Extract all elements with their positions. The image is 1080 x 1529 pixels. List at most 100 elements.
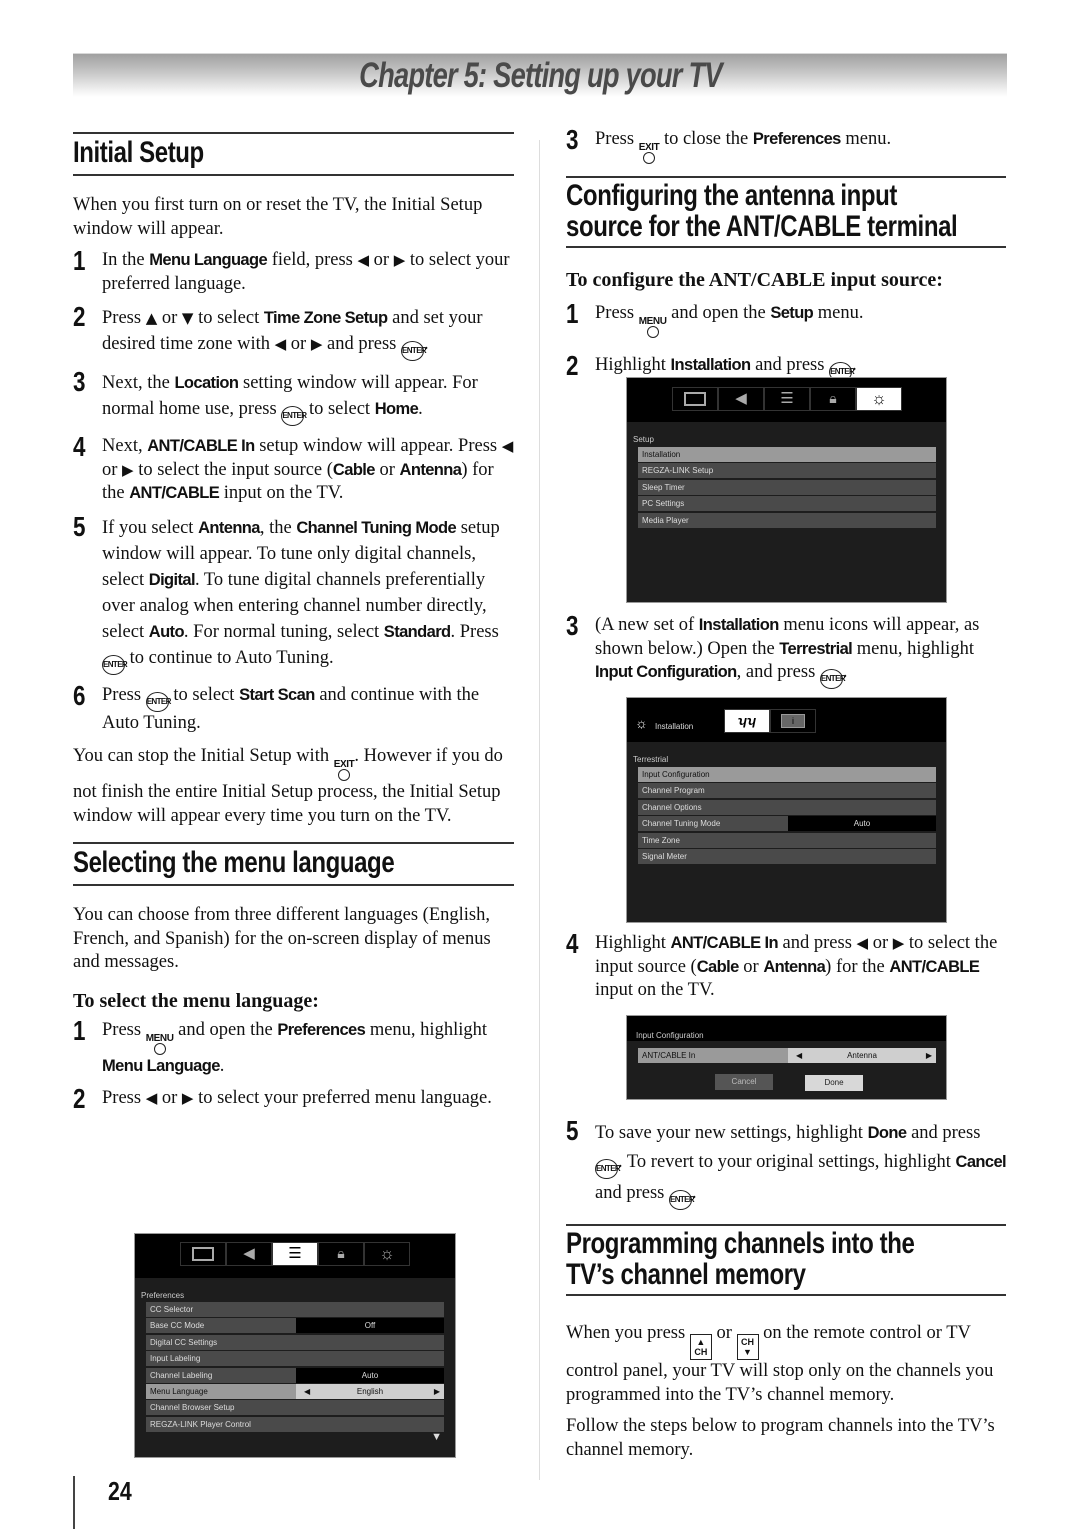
preferences-icon[interactable]: ☰ (272, 1242, 318, 1266)
right-arrow-icon[interactable]: ▶ (926, 1048, 932, 1063)
menu-row[interactable]: Channel Options (638, 799, 936, 815)
preferences-icon[interactable]: ☰ (764, 387, 810, 411)
step-text: . (418, 399, 423, 419)
ant-cable-in-row[interactable]: ANT/CABLE In ◀ Antenna ▶ (638, 1048, 936, 1063)
row-label: Input Labeling (150, 1354, 201, 1364)
keyword: Antenna (399, 460, 462, 479)
cancel-button[interactable]: Cancel (715, 1074, 773, 1090)
right-arrow-icon[interactable]: ▶ (434, 1384, 440, 1399)
row-label: Channel Tuning Mode (642, 819, 721, 829)
menu-row[interactable]: Time Zone (638, 832, 936, 848)
down-arrow-icon: ▼ (181, 309, 194, 327)
picture-icon[interactable] (672, 387, 718, 411)
row-label: Sleep Timer (642, 482, 685, 492)
menu-language-subheading: To select the menu language: (73, 989, 319, 1012)
note-text: You can stop the Initial Setup with (73, 746, 334, 766)
step-text: . For normal tuning, select (183, 621, 384, 642)
section-heading-programming: Programming channels into the TV’s chann… (566, 1224, 1006, 1296)
initial-setup-step-1: 1 In the Menu Language field, press ◀ or … (73, 247, 514, 296)
keyword: Channel Tuning Mode (296, 518, 457, 537)
menu-row[interactable]: Signal Meter (638, 848, 936, 864)
menu-row[interactable]: Base CC Mode Off (146, 1318, 444, 1334)
step-number: 3 (566, 610, 579, 641)
setup-menu-screen: ◀ ☰ 🔒︎ ☼ Setup Installation REGZA-LINK Setup… (626, 377, 947, 603)
left-arrow-icon[interactable]: ◀ (304, 1384, 310, 1399)
antenna-step-4-wrap: 4 Highlight ANT/CABLE In and press ◀ or … (566, 930, 1006, 1003)
keyword: Menu Language (149, 251, 268, 269)
step-number: 1 (73, 1014, 86, 1046)
step-number: 4 (73, 431, 86, 462)
menu-row[interactable]: PC Settings (638, 496, 936, 512)
menu-row[interactable]: REGZA-LINK Setup (638, 463, 936, 479)
row-label: REGZA-LINK Player Control (150, 1419, 251, 1429)
picture-icon[interactable] (180, 1242, 226, 1266)
antenna-step-3: 3 (A new set of Installation menu icons … (566, 610, 1006, 689)
enter-button-icon: ENTER (281, 406, 307, 426)
keyword: Antenna (198, 518, 260, 537)
antenna-icon[interactable]: ʮʮ (724, 709, 770, 733)
right-arrow-icon: ▶ (393, 251, 406, 269)
step-text: Press (102, 684, 146, 705)
menu-row[interactable]: REGZA-LINK Player Control (146, 1416, 444, 1432)
input-configuration-dialog: Input Configuration ANT/CABLE In ◀ Antenn… (626, 1015, 947, 1100)
keyword: ANT/CABLE (129, 484, 220, 502)
keyword: Start Scan (239, 685, 315, 704)
row-label: Input Configuration (642, 770, 710, 779)
page-number-rule (73, 1476, 75, 1529)
menu-row[interactable]: Installation (638, 447, 936, 462)
row-value: ◀ English ▶ (296, 1383, 444, 1399)
heading-line-2: source for the ANT/CABLE terminal (566, 210, 958, 243)
menu-row[interactable]: Channel Labeling Auto (146, 1367, 444, 1383)
step-number: 2 (73, 301, 86, 332)
menu-language-step-1: 1 Press MENU and open the Preferences me… (73, 1014, 487, 1076)
menu-row[interactable]: Media Player (638, 512, 936, 528)
osd-header-label: Installation (655, 722, 694, 731)
menu-row[interactable]: Digital CC Settings (146, 1334, 444, 1350)
audio-icon[interactable]: ◀ (718, 387, 764, 411)
step-text: or (374, 459, 400, 480)
menu-button-icon: MENU (639, 317, 667, 338)
initial-setup-step-6: 6 Press ENTER to select Start Scan and co… (73, 681, 514, 736)
menu-row[interactable]: Sleep Timer (638, 479, 936, 495)
initial-setup-step-5: 5 If you select Antenna, the Channel Tuni… (73, 512, 514, 675)
right-column: 3 Press EXIT to close the Preferences me… (566, 126, 1006, 382)
menu-row[interactable]: Menu Language ◀ English ▶ (146, 1383, 444, 1399)
osd-menu-rows: Installation REGZA-LINK Setup Sleep Timer P… (638, 447, 936, 529)
step-text: setup window will appear. Press (254, 436, 502, 456)
exit-button-icon: EXIT (334, 760, 355, 781)
left-arrow-icon[interactable]: ◀ (796, 1048, 802, 1063)
row-label: Base CC Mode (150, 1321, 205, 1331)
gear-icon: ☼ (635, 715, 648, 731)
info-icon[interactable]: i (770, 709, 816, 733)
row-label: Channel Labeling (150, 1370, 213, 1380)
step-text: field, press (267, 250, 358, 270)
menu-row[interactable]: Channel Program (638, 783, 936, 799)
menu-row[interactable]: Channel Browser Setup (146, 1400, 444, 1416)
heading-line-2: TV’s channel memory (566, 1258, 806, 1291)
setup-icon[interactable]: ☼ (856, 387, 902, 411)
channel-up-button-icon: ▲ CH (689, 1334, 712, 1360)
up-arrow-icon: ▲ (145, 309, 158, 327)
audio-icon[interactable]: ◀ (226, 1242, 272, 1266)
menu-row[interactable]: Input Configuration (638, 767, 936, 782)
menu-row[interactable]: Channel Tuning Mode Auto (638, 816, 936, 832)
step-text: to select (193, 308, 264, 328)
lock-icon[interactable]: 🔒︎ (810, 387, 856, 411)
step-text: . Press (450, 621, 499, 642)
scroll-down-indicator-icon[interactable]: ▼ (431, 1426, 442, 1450)
row-label: Channel Browser Setup (150, 1403, 235, 1413)
exit-label: EXIT (333, 759, 355, 770)
initial-setup-step-3: 3 Next, the Location setting window will … (73, 368, 514, 426)
keyword: Home (374, 400, 419, 418)
lock-icon[interactable]: 🔒︎ (318, 1242, 364, 1266)
heading-text: Initial Setup (73, 136, 204, 169)
row-value: Antenna (847, 1051, 877, 1060)
done-button[interactable]: Done (805, 1075, 863, 1091)
step-text: If you select (102, 517, 199, 538)
setup-icon[interactable]: ☼ (364, 1242, 410, 1266)
antenna-step-3-wrap: 3 (A new set of Installation menu icons … (566, 610, 1006, 689)
left-arrow-icon: ◀ (856, 934, 869, 952)
left-arrow-icon: ◀ (145, 1089, 158, 1107)
menu-row[interactable]: Input Labeling (146, 1351, 444, 1367)
menu-row[interactable]: CC Selector (146, 1302, 444, 1317)
